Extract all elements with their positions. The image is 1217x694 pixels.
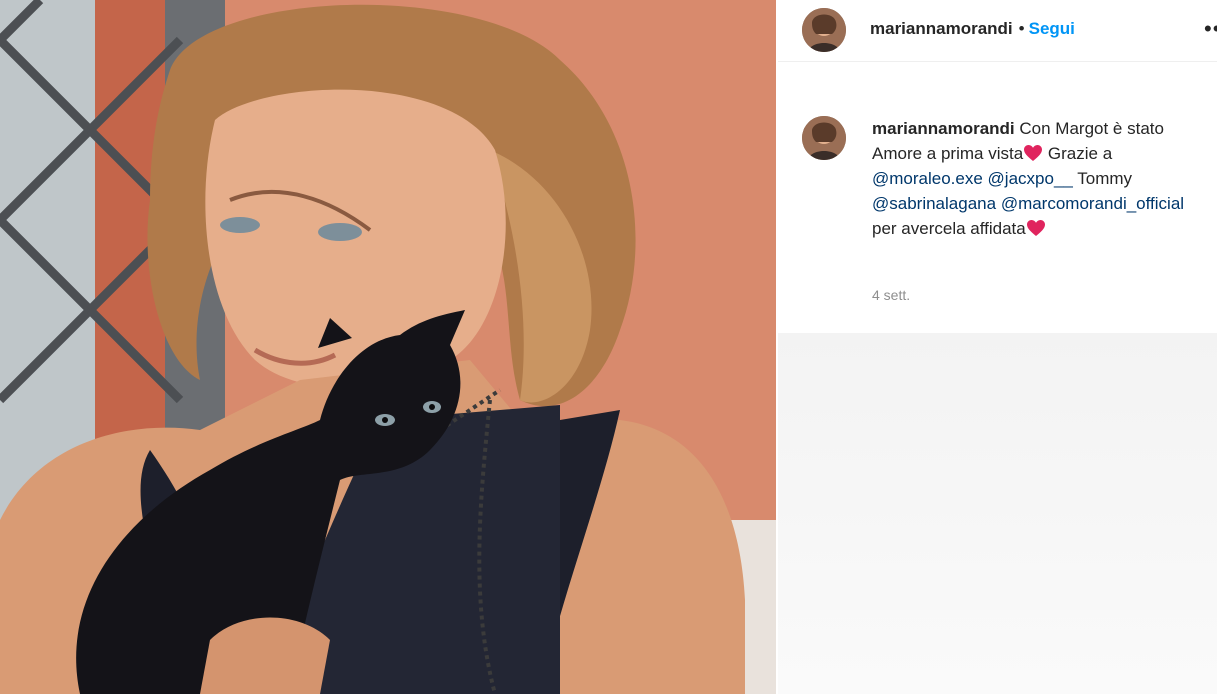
username-link[interactable]: mariannamorandi xyxy=(870,19,1013,38)
avatar-image xyxy=(802,8,846,52)
mention-link[interactable]: @moraleo.exe xyxy=(872,169,983,188)
post-panel: mariannamorandi •Segui ••• mariannamorand… xyxy=(778,0,1217,694)
mention-link[interactable]: @sabrinalagana xyxy=(872,194,996,213)
caption-avatar[interactable] xyxy=(802,116,846,160)
caption-text-4: per avercela affidata xyxy=(872,219,1026,238)
post-image xyxy=(0,0,776,694)
more-horizontal-icon[interactable]: ••• xyxy=(1204,16,1217,42)
red-heart-icon xyxy=(1026,220,1045,236)
red-heart-icon xyxy=(1024,145,1043,161)
mention-link[interactable]: @jacxpo__ xyxy=(988,169,1073,188)
mention-link[interactable]: @marcomorandi_official xyxy=(1001,194,1184,213)
comments-area xyxy=(778,333,1217,694)
caption-text: mariannamorandi Con Margot è stato Amore… xyxy=(872,116,1208,241)
separator-dot: • xyxy=(1018,19,1025,38)
caption-text-2: Grazie a xyxy=(1043,144,1113,163)
avatar[interactable] xyxy=(802,8,846,52)
post-header: mariannamorandi •Segui ••• xyxy=(778,0,1217,62)
caption-text-3: Tommy xyxy=(1072,169,1133,188)
header-text: mariannamorandi • Segui xyxy=(870,18,1075,40)
post-photo[interactable] xyxy=(0,0,776,694)
avatar-image xyxy=(802,116,846,160)
post-timestamp[interactable]: 4 sett. xyxy=(872,287,910,303)
caption-username-link[interactable]: mariannamorandi xyxy=(872,119,1015,138)
follow-button[interactable]: Segui xyxy=(1029,19,1075,38)
